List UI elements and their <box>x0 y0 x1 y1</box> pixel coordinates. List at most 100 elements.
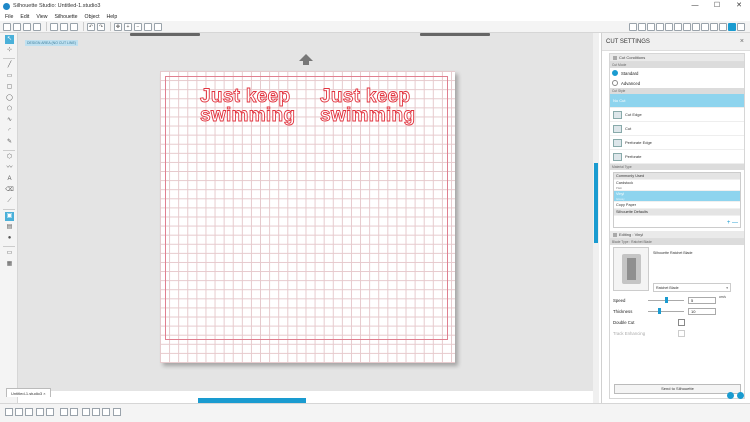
library-icon[interactable]: ▤ <box>5 223 14 232</box>
list-item[interactable]: Vinyl Glossy <box>614 191 740 202</box>
store-icon[interactable]: ● <box>5 234 14 243</box>
thickness-slider-knob[interactable] <box>658 308 662 314</box>
speed-slider-knob[interactable] <box>665 297 668 303</box>
smooth-freehand-tool-icon[interactable]: 〰 <box>5 164 14 173</box>
select-tool-icon[interactable]: ↖ <box>5 35 14 44</box>
design-page-icon[interactable]: ▣ <box>5 212 14 221</box>
pan-icon[interactable]: ✥ <box>114 22 122 31</box>
modify-icon[interactable] <box>683 23 691 31</box>
zoom-in-icon[interactable]: + <box>124 22 132 31</box>
list-item[interactable]: Commonly Used <box>614 173 740 180</box>
text-object-2[interactable]: Just keep swimming <box>320 87 416 126</box>
text-style-icon[interactable] <box>656 23 664 31</box>
knife-tool-icon[interactable]: ⟋ <box>5 197 14 206</box>
cutting-mat[interactable]: Just keep swimming Just keep swimming <box>160 71 455 363</box>
radio-standard[interactable]: Standard <box>610 68 744 78</box>
editing-header[interactable]: Editing : Vinyl <box>610 231 744 239</box>
fit-to-page-icon[interactable] <box>154 22 162 31</box>
open-icon[interactable] <box>13 22 21 31</box>
canvas-area[interactable]: DESIGN AREA (NO CUT LINE) Just keep swim… <box>18 33 593 391</box>
menu-silhouette[interactable]: Silhouette <box>54 14 77 20</box>
settings-icon[interactable] <box>727 392 734 399</box>
text-tool-icon[interactable]: A <box>5 175 14 184</box>
ungroup-icon[interactable] <box>70 408 78 416</box>
transform-icon[interactable] <box>665 23 673 31</box>
print-icon[interactable] <box>33 22 41 31</box>
refresh-icon[interactable] <box>737 392 744 399</box>
cut-style-perforate[interactable]: Perforate <box>610 150 744 164</box>
copy-icon[interactable] <box>60 22 68 31</box>
point-edit-tool-icon[interactable]: ⊹ <box>5 46 14 55</box>
cut-style-cut[interactable]: Cut <box>610 122 744 136</box>
curve-tool-icon[interactable]: ∿ <box>5 116 14 125</box>
regular-polygon-tool-icon[interactable]: ⬡ <box>5 153 14 162</box>
list-item[interactable]: Silhouette Defaults <box>614 209 740 216</box>
trace-icon[interactable] <box>701 23 709 31</box>
line-tool-icon[interactable]: ╱ <box>5 61 14 70</box>
blade-select[interactable]: Ratchet Blade ▾ <box>653 283 731 292</box>
select-by-color-icon[interactable] <box>25 408 33 416</box>
eraser-tool-icon[interactable]: ⌫ <box>5 186 14 195</box>
offset-quick-icon[interactable] <box>113 408 121 416</box>
select-none-icon[interactable] <box>15 408 23 416</box>
group-icon[interactable] <box>60 408 68 416</box>
menu-edit[interactable]: Edit <box>20 14 29 20</box>
maximize-button[interactable]: ☐ <box>706 0 728 12</box>
radio-advanced[interactable]: Advanced <box>610 78 744 88</box>
cut-settings-icon[interactable] <box>728 23 736 31</box>
send-icon[interactable] <box>737 23 745 31</box>
fill-color-icon[interactable] <box>629 23 637 31</box>
page-setup-icon[interactable] <box>710 23 718 31</box>
select-all-icon[interactable] <box>5 408 13 416</box>
vertical-scroll-thumb[interactable] <box>594 163 598 243</box>
polygon-tool-icon[interactable]: ⬠ <box>5 105 14 114</box>
minimize-button[interactable]: — <box>684 0 706 12</box>
menu-object[interactable]: Object <box>85 14 100 20</box>
ellipse-tool-icon[interactable]: ◯ <box>5 94 14 103</box>
rectangle-tool-icon[interactable]: ▭ <box>5 72 14 81</box>
material-list[interactable]: Commonly Used Cardstock Plain Vinyl Glossy… <box>613 172 741 228</box>
track-enhancing-checkbox[interactable] <box>678 330 685 337</box>
radio-dot-selected[interactable] <box>612 70 618 76</box>
add-remove-material-buttons[interactable]: + — <box>727 220 738 226</box>
thickness-slider[interactable] <box>648 308 684 314</box>
rounded-rectangle-tool-icon[interactable]: ▢ <box>5 83 14 92</box>
line-color-icon[interactable] <box>638 23 646 31</box>
release-compound-path-icon[interactable] <box>92 408 100 416</box>
undo-icon[interactable]: ↶ <box>87 22 95 31</box>
cut-style-cut-edge[interactable]: Cut Edge <box>610 108 744 122</box>
speed-slider[interactable] <box>648 297 684 303</box>
cut-style-perforate-edge[interactable]: Perforate Edge <box>610 136 744 150</box>
toggle-view-icon[interactable]: ▦ <box>5 260 14 269</box>
registration-marks-icon[interactable] <box>719 23 727 31</box>
weld-icon[interactable] <box>102 408 110 416</box>
menu-view[interactable]: View <box>36 14 47 20</box>
menu-help[interactable]: Help <box>107 14 118 20</box>
radio-dot[interactable] <box>612 80 618 86</box>
zoom-out-icon[interactable]: − <box>134 22 142 31</box>
zoom-select-icon[interactable] <box>144 22 152 31</box>
make-compound-path-icon[interactable] <box>82 408 90 416</box>
document-tab[interactable]: Untitled-1.studio3 × <box>6 388 51 397</box>
speed-input[interactable]: 5 <box>688 297 716 304</box>
offset-icon[interactable] <box>692 23 700 31</box>
show-panel-icon[interactable]: ▭ <box>5 249 14 258</box>
text-object-1[interactable]: Just keep swimming <box>200 87 296 126</box>
line-style-icon[interactable] <box>647 23 655 31</box>
send-to-silhouette-button[interactable]: Send to Silhouette <box>614 384 741 394</box>
save-icon[interactable] <box>23 22 31 31</box>
new-document-icon[interactable] <box>3 22 11 31</box>
delete-icon[interactable] <box>46 408 54 416</box>
menu-file[interactable]: File <box>5 14 13 20</box>
redo-icon[interactable]: ↷ <box>97 22 105 31</box>
close-button[interactable]: ✕ <box>728 0 750 12</box>
cut-icon[interactable] <box>50 22 58 31</box>
cut-style-no-cut[interactable]: No Cut <box>610 94 744 108</box>
close-tab-icon[interactable]: × <box>43 391 45 396</box>
paste-icon[interactable] <box>70 22 78 31</box>
close-panel-icon[interactable]: × <box>740 33 744 51</box>
list-item[interactable]: Cardstock Plain <box>614 180 740 191</box>
list-item[interactable]: Copy Paper <box>614 202 740 209</box>
thickness-input[interactable]: 10 <box>688 308 716 315</box>
double-cut-checkbox[interactable] <box>678 319 685 326</box>
